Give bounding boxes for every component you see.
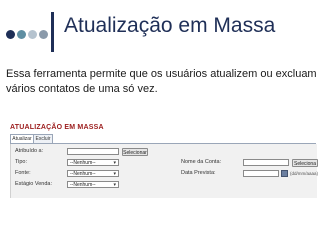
source-select[interactable]: --Nenhum-- [67,170,119,177]
calendar-icon[interactable] [281,170,288,177]
assigned-to-select-button[interactable]: Selecionar [122,147,148,156]
bullet-dot-1 [6,30,15,39]
account-name-select-button[interactable]: Seleciona [292,158,318,167]
sales-stage-select-value: --Nenhum-- [70,182,96,188]
account-name-label: Nome da Conta: [181,159,222,165]
tab-delete[interactable]: Excluir [33,134,53,143]
type-select[interactable]: --Nenhum-- [67,159,119,166]
expected-date-label: Data Prevista: [181,170,216,176]
source-select-value: --Nenhum-- [70,171,96,177]
type-select-value: --Nenhum-- [70,160,96,166]
account-name-input[interactable] [243,159,289,166]
bullet-dot-4 [39,30,48,39]
slide-title: Atualização em Massa [64,14,276,37]
mass-update-heading: ATUALIZAÇÃO EM MASSA [10,124,104,131]
sales-stage-select[interactable]: --Nenhum-- [67,181,119,188]
title-divider [51,12,54,52]
assigned-to-label: Atribuído a: [15,148,44,154]
mass-update-form: Atribuído a: Selecionar Tipo: --Nenhum--… [10,144,319,198]
slide-description: Essa ferramenta permite que os usuários … [6,68,317,95]
type-label: Tipo: [15,159,28,165]
expected-date-input[interactable] [243,170,279,177]
bullet-dot-2 [17,30,26,39]
embedded-screenshot: ATUALIZAÇÃO EM MASSA Atualizar Excluir A… [6,118,320,200]
date-format-hint: (dd/mm/aaaa) [290,171,319,176]
source-label: Fonte: [15,170,31,176]
sales-stage-label: Estágio Venda: [15,181,53,187]
assigned-to-input[interactable] [67,148,119,155]
bullet-dot-3 [28,30,37,39]
tab-update[interactable]: Atualizar [10,134,34,143]
